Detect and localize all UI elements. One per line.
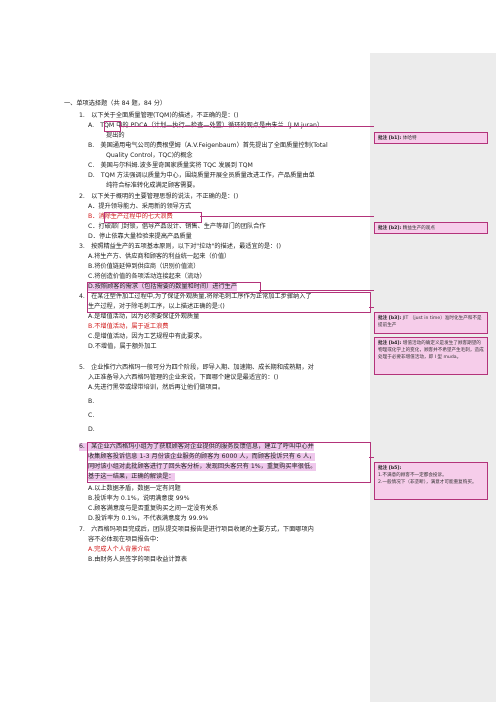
q1-option-a-cont: 提出的 [106, 132, 125, 139]
comment-balloon-b2[interactable]: 批注 [b2]: 精益生产的观点 [374, 222, 488, 234]
q1-option-b: B. 美国通用电气公司的费根堡姆（A.V.Feigenbaum）首先提出了全面质… [88, 142, 328, 149]
comment-balloon-b1[interactable]: 批注 [b1]: 体哈特 [374, 132, 488, 144]
q5-option-d: D. [88, 426, 95, 433]
q4-option-a: A.是增值活动，因为必须要保证外观质量 [88, 313, 200, 320]
q5-option-b: B. [88, 398, 95, 405]
comment-connector-b2 [200, 216, 374, 217]
q5-option-c: C. [88, 412, 95, 419]
q2-stem: 2. 以下关于概明的主要管理思想的说法，不正确的是：() [79, 193, 239, 200]
comment-connector-b4 [369, 307, 374, 308]
comment-connector-b3 [259, 290, 374, 291]
comment-text-b1: 体哈特 [402, 136, 417, 141]
q5-stem-line1: 5. 企业推行六西格玛一般可分为四个阶段，即导入期、加速期、成长期和成熟期，对 [79, 364, 314, 371]
q7-option-a: A.完成人个人背景介绍 [88, 546, 150, 553]
q6-stem-line1: 6. 某企业六西格玛小组为了获取顾客对企业提供的服务反馈信息，建立了呼叫中心并 [79, 443, 314, 451]
q1-option-d: D. TQM 方法强调以质量为中心，围绕质量开展全员质量改进工作，产品质量由单 [88, 172, 315, 179]
q1-stem: 1. 以下关于全面质量管理(TQM)的描述，不正确的是：() [79, 112, 239, 119]
q4-stem-line2: 生产过程，对于除毛刺工序，以上描述正确的是:() [88, 303, 225, 310]
comment-label-b3: 批注 [b3]: [378, 316, 402, 321]
comment-balloon-b4[interactable]: 批注 [b4]: 增值活动的确定义是发生了顾客期望的物理或化学上的变化，顾客并不… [374, 337, 488, 375]
q3-option-d: D.按照顾客的需求（包括需要的数量和时间）进行生产 [88, 283, 238, 291]
q7-stem-line2: 容不必体现在项目报告中： [88, 536, 163, 543]
q5-stem-line2: 入正准备导入六西格玛管理的企业来说，下面哪个建议是最适宜的：() [88, 374, 279, 381]
q3-stem: 3. 按照精益生产的五项基本原则，以下对"拉动"的描述，最适宜的是：() [79, 243, 282, 250]
q4-option-c: C.是增值活动，因为工艺规程中有此要求。 [88, 333, 206, 340]
q2-option-c: C．打破部门封锁，倡导产品设计、销售、生产等部门的团队合作 [88, 223, 266, 230]
q3-option-c: C.将创造价值的各项活动连接起来（流动） [88, 273, 206, 280]
q4-stem-line1: 4. 在某注塑件加工过程中,为了保证外观质量,将除毛刺工序作为正常加工步骤纳入了 [79, 293, 312, 300]
q2-option-d: D．停止依靠大量检验来提高产品质量 [88, 233, 192, 240]
comment-text-b2: 精益生产的观点 [402, 226, 435, 231]
q1-option-c: C. 美国与尔科姆.波多里奇国家质量奖将 TQC 发展到 TQM [88, 162, 253, 169]
q6-stem-line4: 基于这一结果，正确的解读是： [88, 473, 175, 481]
q4-option-b: B.不增值活动，属于返工浪费 [88, 323, 169, 330]
q1-option-d-cont: 纯符合标准转化成满足顾客需要。 [106, 182, 199, 189]
q3-option-b: B.将价值链延伸到供应商（识别价值流） [88, 263, 200, 270]
q6-option-c: C.顾客满意度与是否重复购买之间一定没有关系 [88, 505, 219, 512]
comment-label-b1: 批注 [b1]: [378, 136, 402, 141]
q7-option-b: B.由财务人员签字的项目收益计算表 [88, 556, 188, 563]
questions-column: 一、单项选择题（共 84 题，84 分） 1. 以下关于全面质量管理(TQM)的… [0, 0, 371, 702]
q7-stem-line1: 7. 六西格玛项目完成后，团队提交项目报告是进行项目收尾的主要方式，下面哪项内 [79, 526, 314, 533]
q2-option-a: A．提升领导能力、采用新的领导方式 [88, 203, 192, 210]
comment-label-b2: 批注 [b2]: [378, 226, 402, 231]
q5-option-a: A.先进行黑带或绿带培训，然后再让他们做项目。 [88, 384, 225, 391]
q6-option-b: B.投诉率为 0.1%，说明满意度 99% [88, 495, 190, 502]
q6-option-d: D.投诉率为 0.1%，不代表满意度为 99.9% [88, 515, 209, 522]
comment-margin-panel [370, 53, 496, 702]
comment-label-b4: 批注 [b4]: [378, 341, 402, 346]
q6-option-a: A.以上数据矛盾，数据一定有问题 [88, 485, 181, 492]
document-page: 一、单项选择题（共 84 题，84 分） 1. 以下关于全面质量管理(TQM)的… [0, 0, 496, 702]
q4-option-d: D.不增值，属于额外加工 [88, 343, 157, 350]
comment-balloon-b3[interactable]: 批注 [b3]: JIT （just in time）准时化生产和不是提前生产 [374, 312, 488, 334]
comment-balloon-b5[interactable]: 批注 [b5]: 1.不满意的顾客不一定都会投诉。 2.一般情况下（非垄断），满… [374, 462, 488, 500]
q6-stem-line2: 收集顾客投诉信息 1-3 月份该企业服务的顾客为 6000 人，而顾客投诉只有 … [88, 453, 316, 461]
q3-option-a: A.将生产方、供应商和顾客的利益统一起来（价值） [88, 253, 231, 260]
comment-text-b5-line1: 1.不满意的顾客不一定都会投诉。 [378, 473, 447, 478]
q1-option-b-cont: Quality Control，TQC)的概念 [106, 152, 193, 159]
comment-label-b5: 批注 [b5]: [378, 466, 402, 471]
q2-option-b: B．消除生产过程中的七大浪费 [88, 213, 173, 220]
comment-text-b5-line2: 2.一般情况下（非垄断），满意才可能重复购买。 [378, 480, 477, 485]
q6-stem-line3: 同时该小组对此批顾客进行了回头客分析，发现回头客只有 1%，重复购买率很低。 [88, 463, 317, 471]
section-title: 一、单项选择题（共 84 题，84 分） [64, 100, 167, 107]
comment-connector-b1 [119, 126, 374, 127]
comment-connector-b5 [369, 457, 374, 458]
